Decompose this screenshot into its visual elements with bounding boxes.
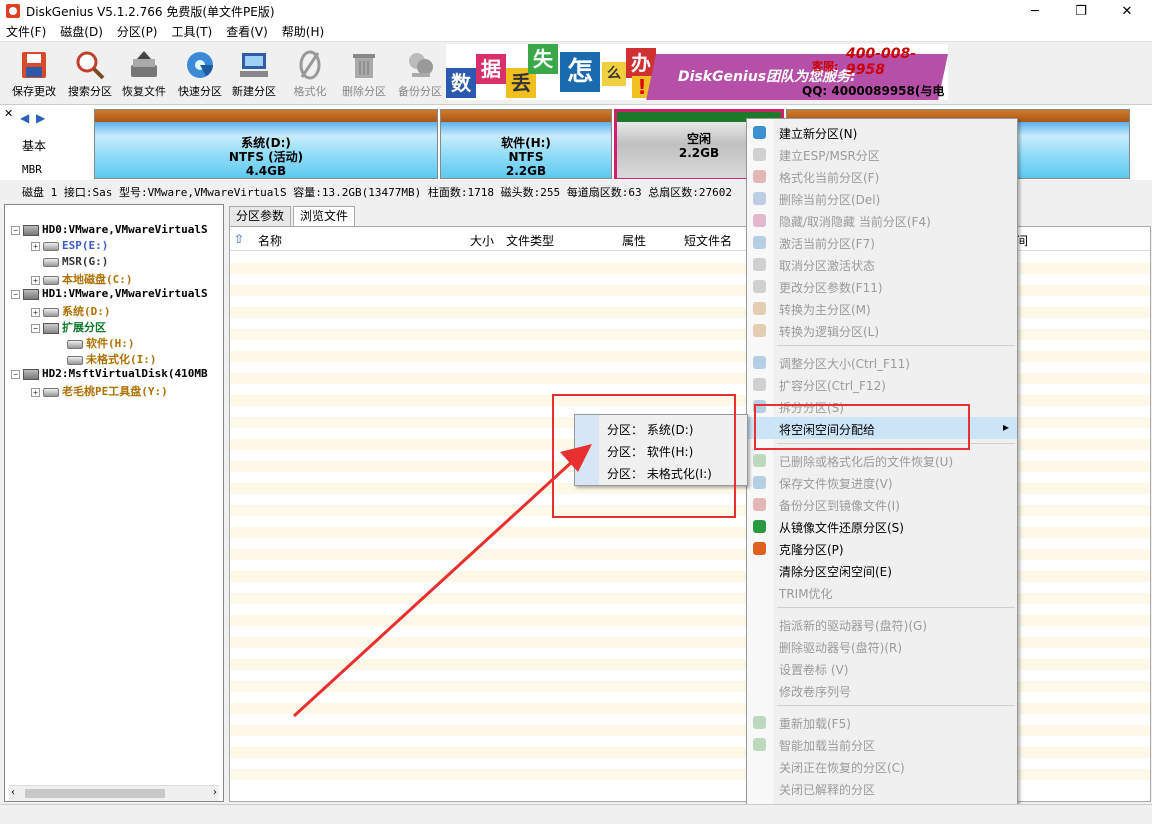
status-bar [0, 804, 1152, 824]
annotation-arrow [292, 444, 592, 718]
